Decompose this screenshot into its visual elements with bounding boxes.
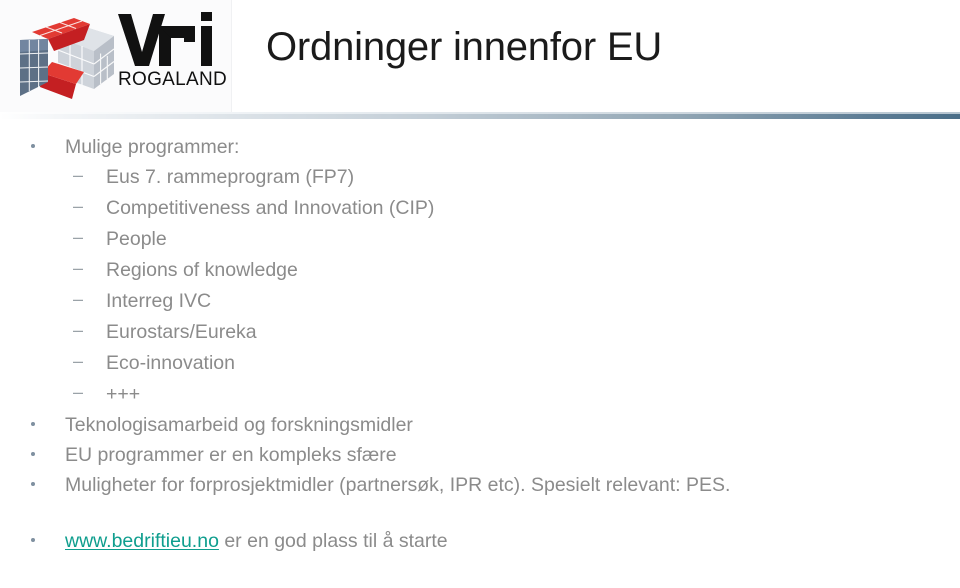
bullet-dash-icon: –	[73, 289, 84, 309]
list-item: – Eco-innovation	[0, 348, 960, 379]
page-title: Ordninger innenfor EU	[266, 25, 663, 69]
list-item-label: Mulige programmer:	[65, 136, 240, 158]
list-item-link: www.bedriftieu.no er en god plass til å …	[0, 526, 960, 556]
bullet-dot-icon	[31, 141, 65, 152]
list-item: EU programmer er en kompleks sfære	[0, 440, 960, 470]
logo-subtitle: ROGALAND	[118, 69, 228, 90]
bullet-dot-icon	[31, 479, 65, 490]
bullet-dot-icon	[31, 419, 65, 430]
list-item-label: Regions of knowledge	[106, 259, 298, 281]
list-item: – Eus 7. rammeprogram (FP7)	[0, 162, 960, 193]
list-item-label: +++	[106, 383, 141, 405]
list-item-label: EU programmer er en kompleks sfære	[65, 444, 397, 466]
list-item: – People	[0, 224, 960, 255]
list-item-label: Muligheter for forprosjektmidler (partne…	[65, 474, 731, 496]
list-item: – Eurostars/Eureka	[0, 317, 960, 348]
list-item-label: Competitiveness and Innovation (CIP)	[106, 197, 435, 219]
list-item-label: Eus 7. rammeprogram (FP7)	[106, 166, 355, 188]
header-divider	[0, 114, 960, 119]
list-item: Mulige programmer:	[0, 132, 960, 162]
bullet-dot-icon	[31, 449, 65, 460]
bullet-dash-icon: –	[73, 196, 84, 216]
slide-content: Mulige programmer: – Eus 7. rammeprogram…	[0, 132, 960, 556]
list-item-label: Eurostars/Eureka	[106, 321, 257, 343]
bullet-dash-icon: –	[73, 227, 84, 247]
bullet-dash-icon: –	[73, 165, 84, 185]
slide-header: ROGALAND Ordninger innenfor EU	[0, 0, 960, 119]
list-item: – +++	[0, 379, 960, 410]
list-item: Muligheter for forprosjektmidler (partne…	[0, 470, 960, 500]
bullet-dash-icon: –	[73, 351, 84, 371]
bullet-dash-icon: –	[73, 382, 84, 402]
vri-wordmark-icon	[118, 12, 212, 66]
list-item: – Interreg IVC	[0, 286, 960, 317]
bullet-dash-icon: –	[73, 320, 84, 340]
list-item-label-rest: er en god plass til å starte	[218, 530, 448, 552]
list-item: – Regions of knowledge	[0, 255, 960, 286]
list-item-label: People	[106, 228, 167, 250]
list-item: Teknologisamarbeid og forskningsmidler	[0, 410, 960, 440]
bedriftieu-link[interactable]: www.bedriftieu.no	[65, 530, 219, 552]
list-item-label: Interreg IVC	[106, 290, 212, 312]
logo-wordmark: ROGALAND	[118, 12, 228, 100]
vri-cube-logo-icon	[14, 10, 122, 102]
list-item-label: Teknologisamarbeid og forskningsmidler	[65, 414, 413, 436]
logo-container: ROGALAND	[0, 0, 232, 112]
bullet-dash-icon: –	[73, 258, 84, 278]
list-item-label: www.bedriftieu.no er en god plass til å …	[65, 526, 448, 556]
list-item: – Competitiveness and Innovation (CIP)	[0, 193, 960, 224]
list-item-label: Eco-innovation	[106, 352, 235, 374]
bullet-dot-icon	[31, 535, 65, 546]
